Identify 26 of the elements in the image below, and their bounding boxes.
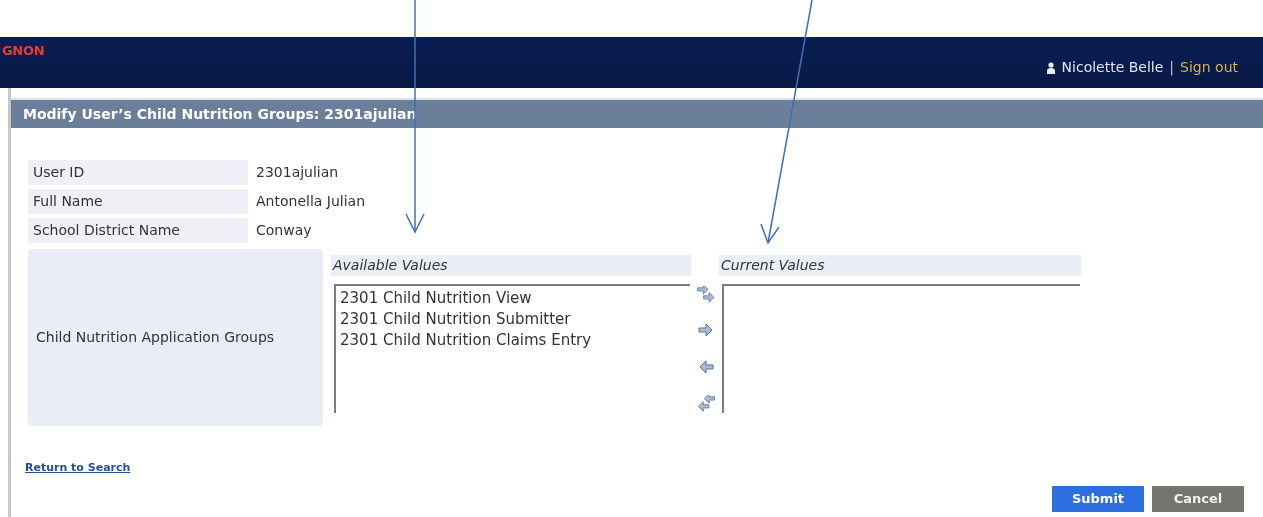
list-option[interactable]: 2301 Child Nutrition Claims Entry <box>340 330 690 351</box>
double-right-arrow-icon <box>697 286 715 304</box>
page-title: Modify User’s Child Nutrition Groups: 2301ajulian <box>23 104 417 124</box>
double-left-arrow-button[interactable] <box>695 394 717 414</box>
field-value: Antonella Julian <box>255 192 366 211</box>
double-left-arrow-icon <box>697 395 715 413</box>
user-icon <box>1045 61 1056 74</box>
sign-out-link[interactable]: Sign out <box>1180 57 1238 78</box>
list-option[interactable]: 2301 Child Nutrition Submitter <box>340 309 690 330</box>
current-values-heading: Current Values <box>719 255 1081 276</box>
field-value: 2301ajulian <box>255 163 339 182</box>
return-to-search-link[interactable]: Return to Search <box>25 461 131 474</box>
field-label: User ID <box>28 160 248 185</box>
available-values-heading: Available Values <box>331 255 691 276</box>
double-right-arrow-button[interactable] <box>695 285 717 305</box>
available-values-list[interactable]: 2301 Child Nutrition View 2301 Child Nutrition Submitter 2301 Child Nutrition Claims Entry <box>334 284 690 413</box>
list-option[interactable]: 2301 Child Nutrition View <box>340 288 690 309</box>
field-label: Full Name <box>28 189 248 214</box>
groups-label: Child Nutrition Application Groups <box>36 328 275 347</box>
submit-button[interactable]: Submit <box>1052 486 1144 512</box>
separator: | <box>1169 58 1175 78</box>
logo: GNON <box>2 42 45 60</box>
field-value: Conway <box>255 221 312 240</box>
cancel-button[interactable]: Cancel <box>1152 486 1244 512</box>
field-label: School District Name <box>28 218 248 243</box>
user-name: Nicolette Belle <box>1061 58 1164 77</box>
